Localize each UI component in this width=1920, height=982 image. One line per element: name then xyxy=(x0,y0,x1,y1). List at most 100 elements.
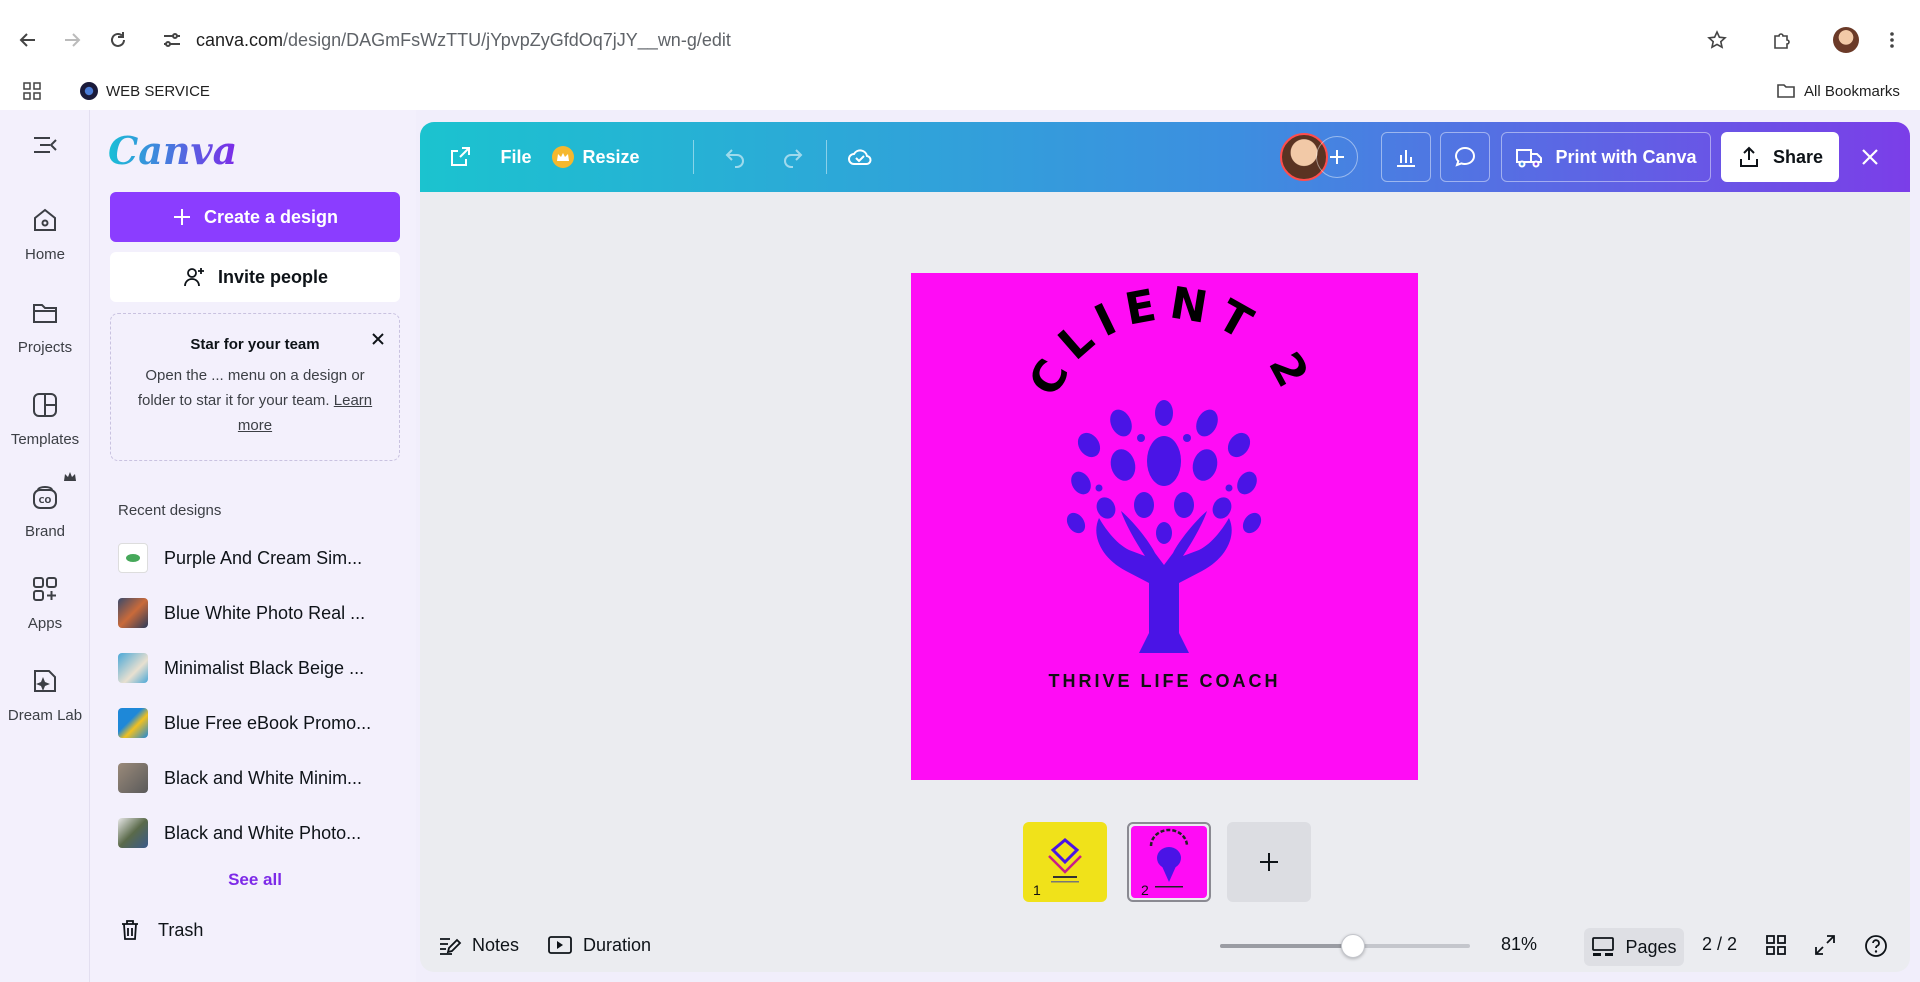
rail-item-apps[interactable]: Apps xyxy=(0,569,90,632)
recent-design-item[interactable]: Blue Free eBook Promo... xyxy=(118,703,408,743)
expand-icon xyxy=(1815,935,1835,955)
add-page-button[interactable] xyxy=(1227,822,1311,902)
create-design-label: Create a design xyxy=(203,206,339,227)
share-button[interactable]: Share xyxy=(1721,132,1839,182)
page-thumbnail-2[interactable]: 2 xyxy=(1127,822,1211,902)
insights-button[interactable] xyxy=(1381,132,1431,182)
open-external-button[interactable] xyxy=(440,137,480,177)
all-bookmarks-button[interactable]: All Bookmarks xyxy=(1776,82,1900,100)
pages-icon xyxy=(1592,937,1615,956)
design-tagline: THRIVE LIFE COACH xyxy=(1048,671,1281,691)
rail-label-brand: Brand xyxy=(24,523,66,540)
close-icon xyxy=(372,333,384,345)
comments-button[interactable] xyxy=(1440,132,1490,182)
bookmarks-bar: WEB SERVICE All Bookmarks xyxy=(0,72,1920,110)
recent-design-item[interactable]: Blue White Photo Real ... xyxy=(118,593,408,633)
rail-item-dream-lab[interactable]: Dream Lab xyxy=(0,661,90,724)
redo-button[interactable] xyxy=(773,137,813,177)
back-button[interactable] xyxy=(12,24,44,56)
design-title-text: CLIENT 2 xyxy=(1019,277,1322,404)
profile-avatar[interactable] xyxy=(1830,24,1862,56)
add-collaborator-button[interactable] xyxy=(1316,136,1358,178)
plus-icon xyxy=(173,209,190,225)
url-host: canva.com xyxy=(196,29,284,50)
duration-button[interactable]: Duration xyxy=(547,934,651,956)
close-card-button[interactable] xyxy=(367,328,389,350)
help-button[interactable] xyxy=(1864,934,1888,958)
site-info-button[interactable] xyxy=(156,24,188,56)
rail-item-templates[interactable]: Templates xyxy=(0,385,90,448)
close-editor-button[interactable] xyxy=(1850,137,1890,177)
print-label: Print with Canva xyxy=(1555,146,1697,167)
kebab-menu-icon xyxy=(1890,32,1894,48)
zoom-slider-fill xyxy=(1220,944,1353,948)
design-thumbnail xyxy=(118,818,148,848)
crown-icon xyxy=(552,146,575,168)
rail-item-brand[interactable]: CO Brand xyxy=(0,472,90,540)
resize-button[interactable]: Resize xyxy=(550,137,642,177)
recent-design-label: Blue White Photo Real ... xyxy=(164,602,366,623)
bookmark-web-service[interactable]: WEB SERVICE xyxy=(80,82,210,100)
recent-design-label: Black and White Photo... xyxy=(164,822,362,843)
tune-icon xyxy=(164,33,180,47)
extensions-button[interactable] xyxy=(1765,24,1797,56)
rail-label-dream-lab: Dream Lab xyxy=(7,707,83,724)
brand-icon: CO xyxy=(25,472,76,517)
notes-label: Notes xyxy=(472,934,520,955)
recent-design-item[interactable]: Minimalist Black Beige ... xyxy=(118,648,408,688)
bookmark-star-button[interactable] xyxy=(1701,24,1733,56)
see-all-link[interactable]: See all xyxy=(110,870,400,890)
zoom-level-button[interactable]: 81% xyxy=(1501,934,1537,955)
create-design-button[interactable]: Create a design xyxy=(110,192,400,242)
pages-button[interactable]: Pages xyxy=(1584,928,1684,966)
page-counter: 2 / 2 xyxy=(1702,934,1737,955)
star-for-team-card: Star for your team Open the ... menu on … xyxy=(110,313,400,461)
notes-button[interactable]: Notes xyxy=(438,934,519,956)
invite-people-button[interactable]: Invite people xyxy=(110,252,400,302)
undo-icon xyxy=(725,149,744,168)
address-bar[interactable]: canva.com/design/DAGmFsWzTTU/jYpvpZyGfdO… xyxy=(196,28,731,52)
recent-design-item[interactable]: Purple And Cream Sim... xyxy=(118,538,408,578)
folder-icon xyxy=(1777,84,1795,98)
reload-button[interactable] xyxy=(102,24,134,56)
rail-label-home: Home xyxy=(24,246,65,263)
star-card-text: Open the ... menu on a design or folder … xyxy=(137,367,365,409)
forward-button[interactable] xyxy=(56,24,88,56)
zoom-slider-handle[interactable] xyxy=(1340,934,1365,958)
design-page[interactable]: CLIENT 2 THRIVE LIFE COACH xyxy=(911,273,1418,780)
rail-item-home[interactable]: Home xyxy=(0,200,90,263)
pages-label: Pages xyxy=(1625,936,1677,957)
external-link-icon xyxy=(451,147,470,166)
trash-button[interactable]: Trash xyxy=(118,918,203,942)
grid-view-button[interactable] xyxy=(1765,934,1787,956)
trash-label: Trash xyxy=(158,919,204,940)
file-menu-button[interactable]: File xyxy=(492,137,540,177)
zoom-slider[interactable] xyxy=(1220,934,1470,958)
rail-item-projects[interactable]: Projects xyxy=(0,293,90,356)
cloud-check-icon xyxy=(848,149,872,165)
recent-design-item[interactable]: Black and White Minim... xyxy=(118,758,408,798)
collapse-icon xyxy=(34,137,57,153)
invite-people-label: Invite people xyxy=(217,266,329,287)
collapse-sidebar-button[interactable] xyxy=(32,134,58,156)
apps-grid-icon[interactable] xyxy=(22,81,42,101)
design-thumbnail xyxy=(118,653,148,683)
recent-design-label: Black and White Minim... xyxy=(164,767,363,788)
crown-icon xyxy=(64,472,76,481)
forward-arrow-icon xyxy=(65,33,81,47)
folder-icon xyxy=(25,293,65,333)
canva-logo[interactable]: Canva xyxy=(108,128,237,173)
undo-button[interactable] xyxy=(715,137,755,177)
design-thumbnail xyxy=(118,543,148,573)
browser-menu-button[interactable] xyxy=(1876,24,1908,56)
fullscreen-button[interactable] xyxy=(1814,934,1836,956)
save-status-button[interactable] xyxy=(840,137,880,177)
star-card-body: Open the ... menu on a design or folder … xyxy=(125,363,385,438)
page-thumbnail-1[interactable]: 1 xyxy=(1023,822,1107,902)
svg-text:CO: CO xyxy=(39,496,52,505)
recent-design-item[interactable]: Black and White Photo... xyxy=(118,813,408,853)
rail-label-projects: Projects xyxy=(17,339,73,356)
print-with-canva-button[interactable]: Print with Canva xyxy=(1501,132,1711,182)
star-card-title: Star for your team xyxy=(190,336,320,353)
grid-icon xyxy=(1766,935,1786,955)
